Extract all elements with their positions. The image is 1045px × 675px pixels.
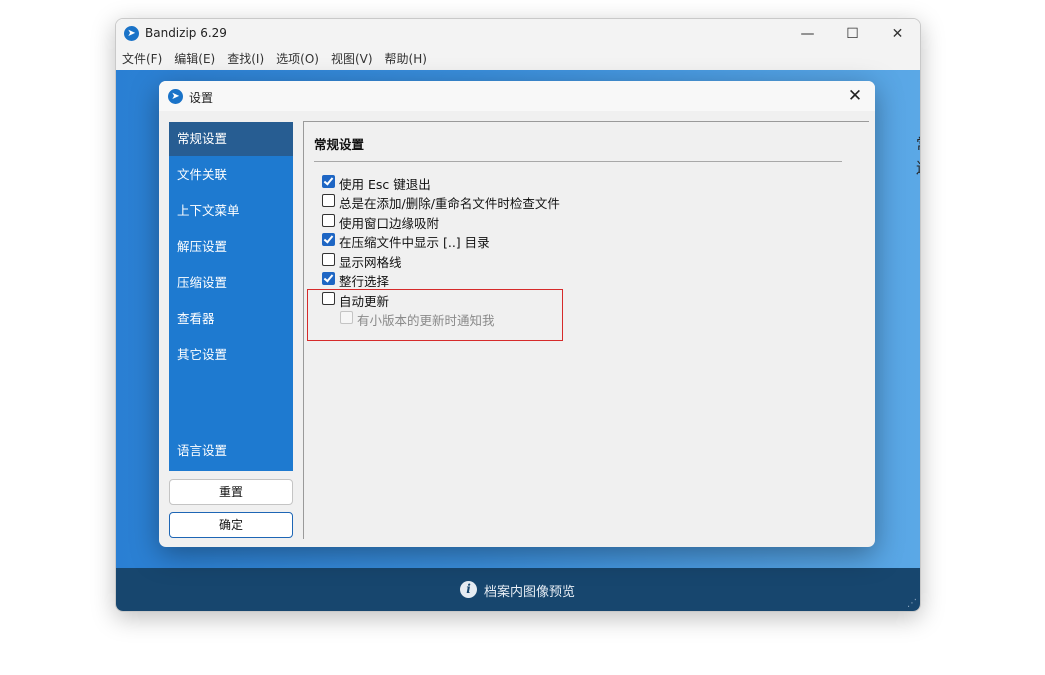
sidebar-item-general[interactable]: 常规设置 [169,122,293,156]
status-text[interactable]: 档案内图像预览 [484,581,575,600]
highlight-annotation [307,289,563,341]
option-label: 使用 Esc 键退出 [339,177,431,192]
menu-find[interactable]: 查找(I) [221,49,270,70]
background-text-1: 常快 [916,133,920,154]
settings-sidebar: 常规设置 文件关联 上下文菜单 解压设置 压缩设置 查看器 其它设置 语言设置 [169,122,293,471]
menubar: 文件(F) 编辑(E) 查找(I) 选项(O) 视图(V) 帮助(H) [116,49,920,71]
option-label: 总是在添加/删除/重命名文件时检查文件 [339,196,560,211]
menu-options[interactable]: 选项(O) [270,49,325,70]
option-label: 显示网格线 [339,255,402,270]
statusbar: i 档案内图像预览 ⋰ [116,568,920,611]
dialog-close-button[interactable]: ✕ [841,83,869,109]
checkbox[interactable] [322,272,335,285]
sidebar-item-language[interactable]: 语言设置 [169,434,293,468]
bandizip-logo-icon: ➤ [168,89,183,104]
sidebar-item-compress[interactable]: 压缩设置 [169,266,293,300]
background-text-2: 送广 [916,157,920,178]
option-label: 整行选择 [339,274,390,289]
checkbox[interactable] [322,175,335,188]
titlebar[interactable]: ➤ Bandizip 6.29 — ☐ ✕ [116,19,920,49]
menu-file[interactable]: 文件(F) [116,49,168,70]
reset-button[interactable]: 重置 [169,479,293,505]
option-label: 在压缩文件中显示 [..] 目录 [339,235,490,250]
checkbox[interactable] [322,253,335,266]
bandizip-logo-icon: ➤ [124,26,139,41]
option-label: 使用窗口边缘吸附 [339,216,440,231]
resize-grip-icon[interactable]: ⋰ [907,598,917,609]
window-title: Bandizip 6.29 [145,26,227,40]
info-icon: i [460,581,477,598]
checkbox[interactable] [322,233,335,246]
menu-edit[interactable]: 编辑(E) [168,49,221,70]
dialog-titlebar[interactable]: ➤ 设置 ✕ [159,81,875,111]
dialog-title: 设置 [189,91,214,105]
sidebar-item-file-association[interactable]: 文件关联 [169,158,293,192]
maximize-button[interactable]: ☐ [830,19,875,49]
sidebar-item-other[interactable]: 其它设置 [169,338,293,372]
checkbox[interactable] [322,214,335,227]
panel-title: 常规设置 [314,137,365,152]
sidebar-item-context-menu[interactable]: 上下文菜单 [169,194,293,228]
sidebar-item-viewer[interactable]: 查看器 [169,302,293,336]
ok-button[interactable]: 确定 [169,512,293,538]
checkbox[interactable] [322,194,335,207]
divider [314,161,842,162]
menu-help[interactable]: 帮助(H) [379,49,433,70]
menu-view[interactable]: 视图(V) [325,49,379,70]
sidebar-item-extract[interactable]: 解压设置 [169,230,293,264]
close-button[interactable]: ✕ [875,19,920,49]
minimize-button[interactable]: — [785,19,830,49]
